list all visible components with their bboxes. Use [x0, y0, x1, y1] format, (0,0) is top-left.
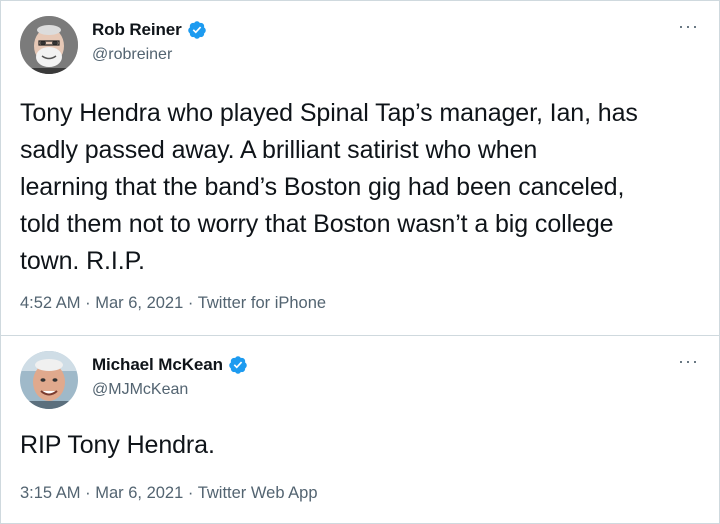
display-name[interactable]: Michael McKean: [92, 355, 223, 375]
tweet-meta: 3:15 AM · Mar 6, 2021 · Twitter Web App: [20, 484, 318, 503]
more-options-icon[interactable]: ···: [678, 17, 699, 35]
tweet-card[interactable]: Rob Reiner @robreiner ··· Tony Hendra wh…: [1, 1, 719, 335]
tweet-text: Tony Hendra who played Spinal Tap’s mana…: [20, 99, 638, 275]
author-name-row: Rob Reiner: [92, 20, 207, 40]
tweet-time-link[interactable]: 4:52 AM: [20, 294, 81, 312]
more-options-icon[interactable]: ···: [678, 352, 699, 370]
tweet-date-link[interactable]: Mar 6, 2021: [95, 294, 183, 312]
tweet-date-link[interactable]: Mar 6, 2021: [95, 484, 183, 502]
avatar[interactable]: [20, 351, 78, 409]
tweet-card[interactable]: Michael McKean @MJMcKean ··· RIP Tony He…: [1, 336, 719, 523]
author-name-row: Michael McKean: [92, 355, 248, 375]
tweet-time-link[interactable]: 3:15 AM: [20, 484, 81, 502]
display-name[interactable]: Rob Reiner: [92, 20, 182, 40]
tweet-text: RIP Tony Hendra.: [20, 431, 215, 459]
author-handle[interactable]: @robreiner: [92, 46, 172, 64]
tweet-source: Twitter Web App: [197, 484, 318, 502]
tweet-thread: Rob Reiner @robreiner ··· Tony Hendra wh…: [0, 0, 720, 524]
verified-badge-icon: [187, 20, 207, 40]
verified-badge-icon: [228, 355, 248, 375]
author-handle[interactable]: @MJMcKean: [92, 381, 188, 399]
meta-separator: ·: [85, 294, 91, 312]
meta-separator: ·: [187, 484, 194, 502]
meta-separator: ·: [187, 294, 194, 312]
tweet-source: Twitter for iPhone: [197, 294, 327, 312]
meta-separator: ·: [85, 484, 91, 502]
avatar[interactable]: [20, 16, 78, 74]
tweet-meta: 4:52 AM · Mar 6, 2021 · Twitter for iPho…: [20, 294, 326, 313]
